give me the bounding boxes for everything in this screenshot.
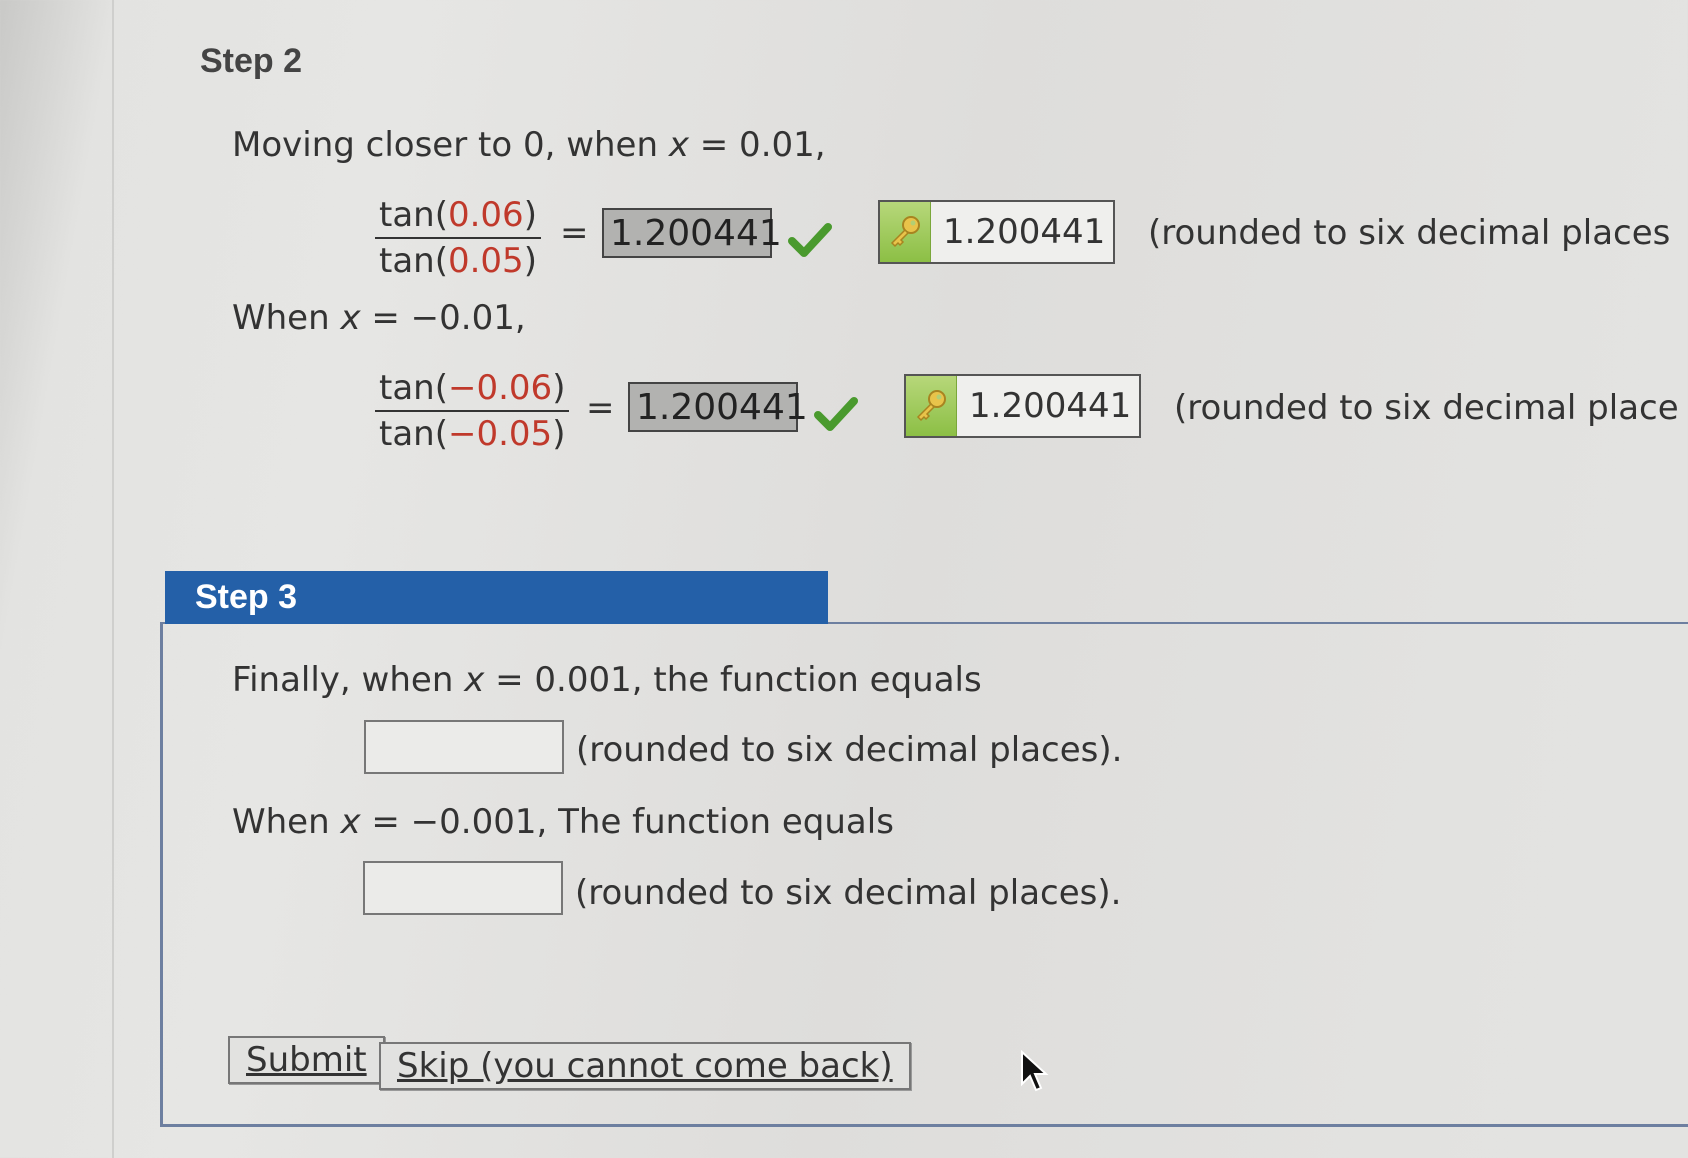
step2-intro: Moving closer to 0, when x = 0.01, xyxy=(232,125,826,165)
equals-sign-2: = xyxy=(586,388,615,428)
correct-answer-box-2: 1.200441 xyxy=(904,374,1142,438)
fraction-1-numerator: tan(0.06) xyxy=(375,195,541,239)
mouse-cursor-icon xyxy=(1021,1050,1049,1092)
key-icon xyxy=(890,216,920,248)
fraction-1-denominator: tan(0.05) xyxy=(379,241,537,281)
fraction-2-denominator: tan(−0.05) xyxy=(379,414,566,454)
rounding-note-4: (rounded to six decimal places). xyxy=(575,873,1122,913)
rounding-note-3: (rounded to six decimal places). xyxy=(576,730,1123,770)
checkmark-icon xyxy=(814,397,858,431)
step3-heading: Step 3 xyxy=(165,571,828,624)
answer-box-2: 1.200441 xyxy=(628,382,808,432)
correct-answer-value-2: 1.200441 xyxy=(969,386,1132,426)
page-left-divider xyxy=(112,0,114,1158)
fraction-1: tan(0.06) tan(0.05) xyxy=(375,195,541,281)
variable-x: x xyxy=(464,660,485,700)
fraction-2: tan(−0.06) tan(−0.05) xyxy=(375,368,570,454)
variable-x: x xyxy=(340,298,361,338)
correct-answer-value-1: 1.200441 xyxy=(943,212,1106,252)
answer-input-1[interactable] xyxy=(364,720,564,774)
key-icon-cell xyxy=(906,376,957,436)
step2-heading: Step 2 xyxy=(200,42,303,80)
step2-intro-prefix: Moving closer to 0, when xyxy=(232,125,669,165)
step3-line2: When x = −0.001, The function equals xyxy=(232,802,894,842)
step2-intro-suffix: = 0.01, xyxy=(688,125,826,165)
skip-button[interactable]: Skip (you cannot come back) xyxy=(379,1042,911,1090)
checkmark-icon xyxy=(788,223,832,257)
step2-when-line: When x = −0.01, xyxy=(232,298,526,338)
correct-answer-box-1: 1.200441 xyxy=(878,200,1116,264)
variable-x: x xyxy=(340,802,361,842)
key-icon xyxy=(916,390,946,422)
submit-button[interactable]: Submit xyxy=(228,1036,385,1084)
rounding-note-2: (rounded to six decimal place xyxy=(1174,388,1679,428)
fraction-2-numerator: tan(−0.06) xyxy=(375,368,570,412)
rounding-note-1: (rounded to six decimal places xyxy=(1148,213,1671,253)
step3-line1: Finally, when x = 0.001, the function eq… xyxy=(232,660,982,700)
answer-input-2[interactable] xyxy=(363,861,563,915)
answer-box-1: 1.200441 xyxy=(602,208,782,258)
key-icon-cell xyxy=(880,202,931,262)
equals-sign-1: = xyxy=(560,213,589,253)
variable-x: x xyxy=(668,125,689,165)
